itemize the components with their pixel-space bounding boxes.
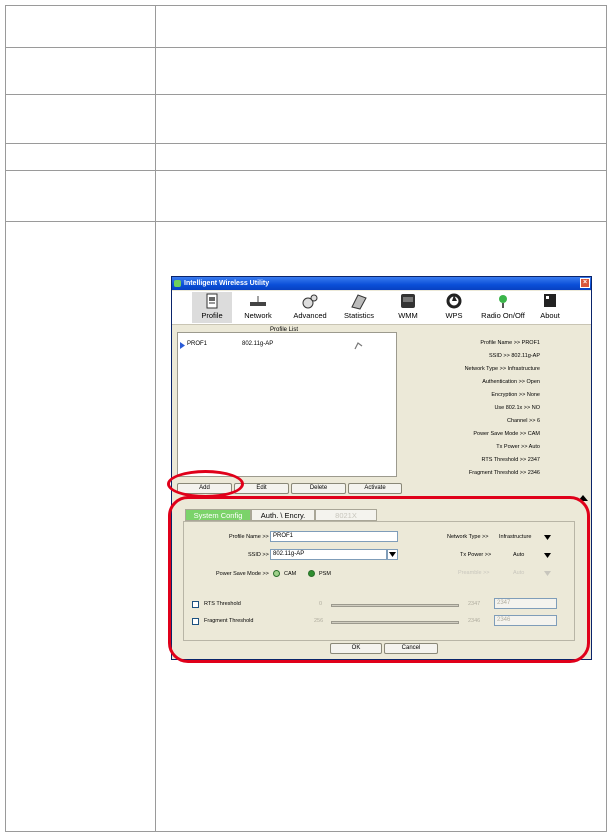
table-cell-right-4 [155, 143, 607, 171]
table-cell-right-3 [155, 94, 607, 144]
table-cell-right-5 [155, 170, 607, 222]
info-power-save: Power Save Mode >> CAM [473, 431, 540, 437]
toolbar-about-label: About [540, 311, 560, 320]
system-config-highlight [168, 496, 590, 663]
profile-list[interactable]: PROF1 802.11g-AP [177, 332, 397, 477]
toolbar-advanced-button[interactable]: Advanced [290, 292, 330, 323]
table-cell-left-2 [5, 47, 156, 95]
title-bar[interactable]: Intelligent Wireless Utility × [172, 277, 591, 290]
table-cell-left-4 [5, 143, 156, 171]
info-rts-threshold: RTS Threshold >> 2347 [481, 457, 540, 463]
toolbar-wps-button[interactable]: WPS [434, 292, 474, 323]
radio-icon [499, 295, 507, 308]
delete-button[interactable]: Delete [291, 483, 346, 494]
profile-icon [206, 293, 218, 309]
toolbar-network-button[interactable]: Network [238, 292, 278, 323]
app-icon [174, 280, 181, 287]
toolbar-network-label: Network [244, 311, 272, 320]
info-use-8021x: Use 802.1x >> NO [494, 405, 540, 411]
about-icon [544, 294, 556, 307]
info-channel: Channel >> 6 [506, 418, 540, 424]
toolbar-profile-button[interactable]: Profile [192, 292, 232, 323]
toolbar-wmm-button[interactable]: WMM [388, 292, 428, 323]
info-fragment-threshold: Fragment Threshold >> 2346 [468, 470, 540, 476]
toolbar-advanced-label: Advanced [293, 311, 327, 320]
info-tx-power: Tx Power >> Auto [496, 444, 540, 450]
play-arrow-icon [180, 342, 185, 349]
toolbar-radio-label: Radio On/Off [481, 311, 525, 320]
toolbar-wps-label: WPS [445, 311, 463, 320]
toolbar-radio-button[interactable]: Radio On/Off [480, 292, 526, 323]
network-icon [250, 296, 266, 306]
activate-button[interactable]: Activate [348, 483, 402, 494]
toolbar-about-button[interactable]: About [530, 292, 570, 323]
table-cell-left-6 [5, 221, 156, 832]
toolbar: Profile Network Advanced Statistics WMM … [172, 291, 591, 325]
table-cell-left-1 [5, 5, 156, 48]
statistics-icon [351, 294, 367, 310]
window-title: Intelligent Wireless Utility [184, 280, 270, 287]
info-network-type: Network Type >> Infrastructure [464, 366, 540, 372]
info-encryption: Encryption >> None [491, 392, 540, 398]
table-cell-right-1 [155, 5, 607, 48]
add-button-highlight [167, 470, 244, 498]
info-authentication: Authentication >> Open [482, 379, 540, 385]
profile-row-name: PROF1 [187, 341, 208, 347]
table-cell-left-3 [5, 94, 156, 144]
wps-icon [446, 293, 462, 309]
wmm-icon [401, 294, 415, 308]
close-button[interactable]: × [580, 278, 590, 288]
table-cell-left-5 [5, 170, 156, 222]
toolbar-profile-label: Profile [201, 311, 223, 320]
advanced-icon [302, 294, 318, 309]
info-ssid: SSID >> 802.11g-AP [489, 353, 540, 359]
table-cell-right-2 [155, 47, 607, 95]
signal-icon [354, 342, 363, 350]
info-profile-name: Profile Name >> PROF1 [480, 340, 540, 346]
toolbar-statistics-label: Statistics [343, 311, 374, 320]
toolbar-wmm-label: WMM [398, 311, 418, 320]
profile-row-ssid: 802.11g-AP [242, 341, 274, 347]
profile-row[interactable]: PROF1 802.11g-AP [178, 341, 396, 350]
toolbar-statistics-button[interactable]: Statistics [339, 292, 379, 323]
